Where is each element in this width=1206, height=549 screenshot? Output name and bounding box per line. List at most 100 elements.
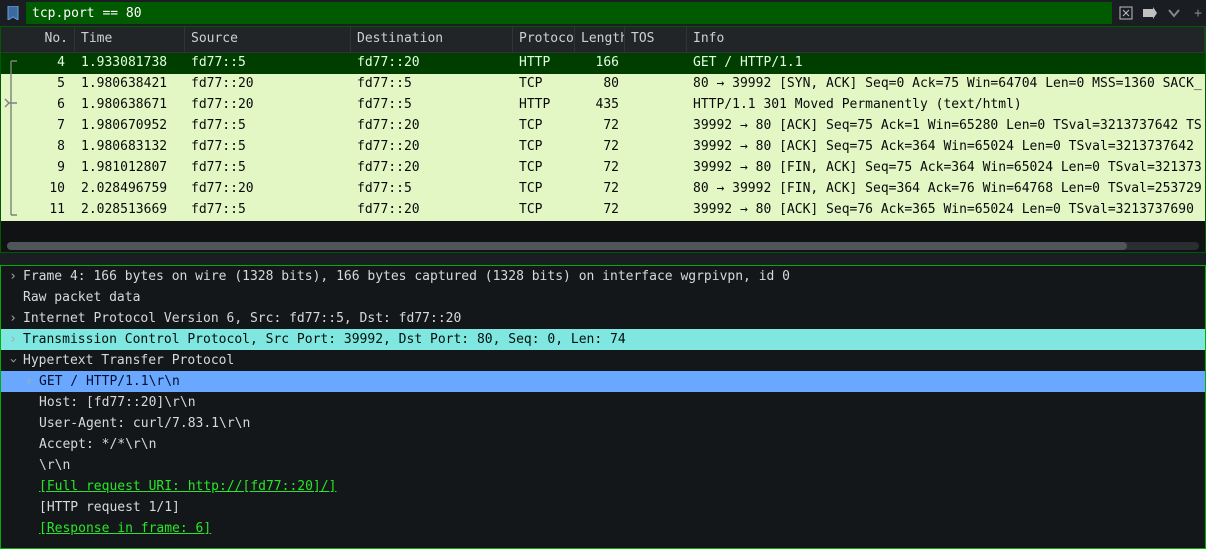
detail-frame[interactable]: Frame 4: 166 bytes on wire (1328 bits), … (1, 266, 1205, 287)
chevron-right-icon[interactable] (5, 332, 21, 347)
packet-details-pane[interactable]: Frame 4: 166 bytes on wire (1328 bits), … (0, 265, 1206, 549)
detail-http-accept[interactable]: Accept: */*\r\n (1, 434, 1205, 455)
add-filter-button-icon[interactable]: + (1194, 6, 1202, 21)
cell: 72 (575, 179, 625, 200)
pane-splitter[interactable] (0, 253, 1206, 265)
cell: fd77::20 (185, 95, 351, 116)
cell: 6 (1, 95, 75, 116)
detail-http-response-frame[interactable]: [Response in frame: 6] (1, 518, 1205, 539)
column-header-destination[interactable]: Destination (351, 27, 513, 52)
packet-row[interactable]: 81.980683132fd77::5fd77::20TCP7239992 → … (1, 137, 1205, 158)
cell: fd77::20 (185, 179, 351, 200)
detail-http-request-number[interactable]: [HTTP request 1/1] (1, 497, 1205, 518)
display-filter-input[interactable] (26, 2, 1112, 24)
detail-ipv6-text: Internet Protocol Version 6, Src: fd77::… (21, 311, 461, 326)
packet-row[interactable]: 61.980638671fd77::20fd77::5HTTP435HTTP/1… (1, 95, 1205, 116)
cell: 2.028496759 (75, 179, 185, 200)
packet-list-hscrollbar[interactable] (7, 242, 1199, 250)
cell: 11 (1, 200, 75, 221)
cell: fd77::20 (351, 200, 513, 221)
cell: fd77::20 (185, 74, 351, 95)
packet-list-body[interactable]: 41.933081738fd77::5fd77::20HTTP166GET / … (1, 53, 1205, 221)
cell (625, 200, 687, 221)
chevron-right-icon[interactable] (5, 269, 21, 284)
cell: 39992 → 80 [ACK] Seq=75 Ack=364 Win=6502… (687, 137, 1205, 158)
cell: 1.933081738 (75, 53, 185, 74)
detail-http-full-uri[interactable]: [Full request URI: http://[fd77::20]/] (1, 476, 1205, 497)
detail-reqno-text: [HTTP request 1/1] (37, 500, 180, 515)
cell: fd77::20 (351, 137, 513, 158)
cell: TCP (513, 179, 575, 200)
packet-row[interactable]: 51.980638421fd77::20fd77::5TCP8080 → 399… (1, 74, 1205, 95)
cell: fd77::20 (351, 158, 513, 179)
scrollbar-thumb[interactable] (7, 242, 1127, 250)
cell (625, 53, 687, 74)
column-header-time[interactable]: Time (75, 27, 185, 52)
column-header-length[interactable]: Length (575, 27, 625, 52)
cell: TCP (513, 74, 575, 95)
column-header-tos[interactable]: TOS (625, 27, 687, 52)
chevron-right-icon[interactable] (5, 311, 21, 326)
apply-filter-icon[interactable] (1140, 3, 1160, 23)
detail-reqline-text: GET / HTTP/1.1\r\n (37, 374, 180, 389)
display-filter-bar: + (0, 0, 1206, 26)
cell: 39992 → 80 [ACK] Seq=75 Ack=1 Win=65280 … (687, 116, 1205, 137)
detail-ipv6[interactable]: Internet Protocol Version 6, Src: fd77::… (1, 308, 1205, 329)
detail-http-crlf[interactable]: \r\n (1, 455, 1205, 476)
clear-filter-icon[interactable] (1116, 3, 1136, 23)
cell: 80 (575, 74, 625, 95)
cell: 166 (575, 53, 625, 74)
detail-full-uri-link[interactable]: [Full request URI: http://[fd77::20]/] (37, 479, 336, 494)
cell: fd77::5 (185, 53, 351, 74)
cell: fd77::5 (351, 95, 513, 116)
detail-http-text: Hypertext Transfer Protocol (21, 353, 234, 368)
cell: 80 → 39992 [FIN, ACK] Seq=364 Ack=76 Win… (687, 179, 1205, 200)
cell: 1.980638671 (75, 95, 185, 116)
cell: HTTP (513, 95, 575, 116)
cell: fd77::5 (185, 137, 351, 158)
detail-accept-text: Accept: */*\r\n (37, 437, 156, 452)
cell: 10 (1, 179, 75, 200)
packet-list-pane: No. Time Source Destination Protocol Len… (0, 26, 1206, 253)
packet-row[interactable]: 112.028513669fd77::5fd77::20TCP7239992 →… (1, 200, 1205, 221)
cell: GET / HTTP/1.1 (687, 53, 1205, 74)
cell: 72 (575, 158, 625, 179)
detail-http-host[interactable]: Host: [fd77::20]\r\n (1, 392, 1205, 413)
detail-raw-text: Raw packet data (21, 290, 140, 305)
packet-row[interactable]: 41.933081738fd77::5fd77::20HTTP166GET / … (1, 53, 1205, 74)
detail-tcp-text: Transmission Control Protocol, Src Port:… (21, 332, 626, 347)
detail-tcp[interactable]: Transmission Control Protocol, Src Port:… (1, 329, 1205, 350)
cell (625, 158, 687, 179)
packet-list-header[interactable]: No. Time Source Destination Protocol Len… (1, 27, 1205, 53)
detail-response-link[interactable]: [Response in frame: 6] (37, 521, 211, 536)
cell: HTTP (513, 53, 575, 74)
detail-http[interactable]: Hypertext Transfer Protocol (1, 350, 1205, 371)
bookmark-icon[interactable] (4, 4, 22, 22)
column-header-protocol[interactable]: Protocol (513, 27, 575, 52)
cell: fd77::20 (351, 116, 513, 137)
detail-raw[interactable]: Raw packet data (1, 287, 1205, 308)
cell: 8 (1, 137, 75, 158)
chevron-right-icon[interactable] (21, 374, 37, 389)
column-header-source[interactable]: Source (185, 27, 351, 52)
cell: 5 (1, 74, 75, 95)
packet-row[interactable]: 91.981012807fd77::5fd77::20TCP7239992 → … (1, 158, 1205, 179)
cell: 1.981012807 (75, 158, 185, 179)
column-header-info[interactable]: Info (687, 27, 1205, 52)
cell: 39992 → 80 [FIN, ACK] Seq=75 Ack=364 Win… (687, 158, 1205, 179)
cell: TCP (513, 137, 575, 158)
cell: TCP (513, 158, 575, 179)
cell (625, 74, 687, 95)
packet-row[interactable]: 102.028496759fd77::20fd77::5TCP7280 → 39… (1, 179, 1205, 200)
detail-http-request-line[interactable]: GET / HTTP/1.1\r\n (1, 371, 1205, 392)
column-header-no[interactable]: No. (1, 27, 75, 52)
detail-http-user-agent[interactable]: User-Agent: curl/7.83.1\r\n (1, 413, 1205, 434)
chevron-down-icon[interactable] (5, 353, 21, 368)
cell: fd77::5 (351, 74, 513, 95)
detail-host-text: Host: [fd77::20]\r\n (37, 395, 196, 410)
cell: 435 (575, 95, 625, 116)
packet-row[interactable]: 71.980670952fd77::5fd77::20TCP7239992 → … (1, 116, 1205, 137)
cell: 72 (575, 200, 625, 221)
cell: 4 (1, 53, 75, 74)
filter-history-icon[interactable] (1164, 3, 1184, 23)
